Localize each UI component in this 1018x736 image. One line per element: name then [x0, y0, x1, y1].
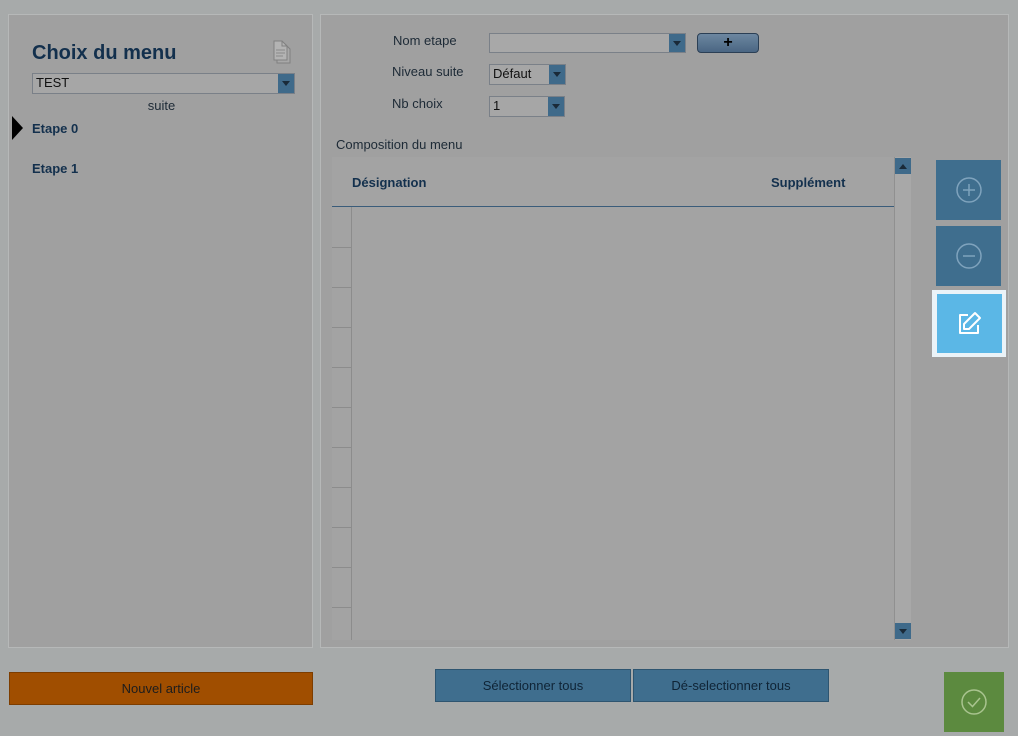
step-item-1[interactable]: Etape 1 [32, 161, 78, 176]
row-divider [332, 407, 352, 408]
row-gutter [332, 207, 352, 640]
row-divider [332, 527, 352, 528]
select-all-button[interactable]: Sélectionner tous [435, 669, 631, 702]
chevron-down-icon[interactable] [549, 65, 565, 84]
niveau-suite-label: Niveau suite [392, 64, 464, 79]
remove-item-button[interactable] [936, 226, 1001, 286]
menu-choice-panel: Choix du menu TEST suite Etape 0 Etape 1 [8, 14, 313, 648]
new-article-button[interactable]: Nouvel article [9, 672, 313, 705]
check-circle-icon [961, 689, 987, 715]
scroll-up-icon[interactable] [895, 158, 911, 174]
niveau-suite-value: Défaut [493, 66, 532, 81]
plus-circle-icon [955, 177, 982, 203]
confirm-button[interactable] [944, 672, 1004, 732]
table-scrollbar[interactable] [894, 157, 911, 640]
nb-choix-label: Nb choix [392, 96, 443, 111]
chevron-down-icon[interactable] [669, 34, 685, 52]
step-item-0[interactable]: Etape 0 [32, 121, 78, 136]
edit-item-button[interactable] [936, 294, 1002, 353]
column-supplement[interactable]: Supplément [771, 175, 845, 190]
row-divider [332, 327, 352, 328]
menu-select[interactable]: TEST [32, 73, 295, 94]
menu-title: Choix du menu [32, 42, 177, 64]
chevron-down-icon[interactable] [278, 74, 294, 93]
menu-select-value: TEST [36, 75, 70, 90]
niveau-suite-select[interactable]: Défaut [489, 64, 566, 85]
suite-label: suite [147, 98, 176, 113]
row-divider [332, 287, 352, 288]
nb-choix-value: 1 [493, 98, 501, 113]
row-divider [332, 247, 352, 248]
row-divider [332, 447, 352, 448]
nom-etape-select[interactable] [489, 33, 686, 53]
scroll-down-icon[interactable] [895, 623, 911, 639]
composition-table[interactable]: Désignation Supplément [332, 157, 911, 640]
nom-etape-label: Nom etape [393, 33, 457, 48]
column-designation[interactable]: Désignation [352, 175, 426, 190]
document-icon[interactable] [271, 39, 293, 65]
add-item-button[interactable] [936, 160, 1001, 220]
edit-item-highlight [932, 290, 1006, 357]
table-header: Désignation Supplément [332, 157, 894, 207]
chevron-down-icon[interactable] [548, 97, 564, 116]
row-divider [332, 607, 352, 608]
row-divider [332, 487, 352, 488]
selected-step-pointer-icon [12, 116, 23, 140]
row-divider [332, 367, 352, 368]
nb-choix-select[interactable]: 1 [489, 96, 565, 117]
edit-icon [959, 311, 981, 334]
add-step-button[interactable]: + [697, 33, 759, 53]
deselect-all-button[interactable]: Dé-selectionner tous [633, 669, 829, 702]
composition-label: Composition du menu [336, 137, 463, 152]
step-editor-panel: Nom etape + Niveau suite Défaut Nb choix… [320, 14, 1009, 648]
minus-circle-icon [955, 243, 982, 269]
row-divider [332, 567, 352, 568]
